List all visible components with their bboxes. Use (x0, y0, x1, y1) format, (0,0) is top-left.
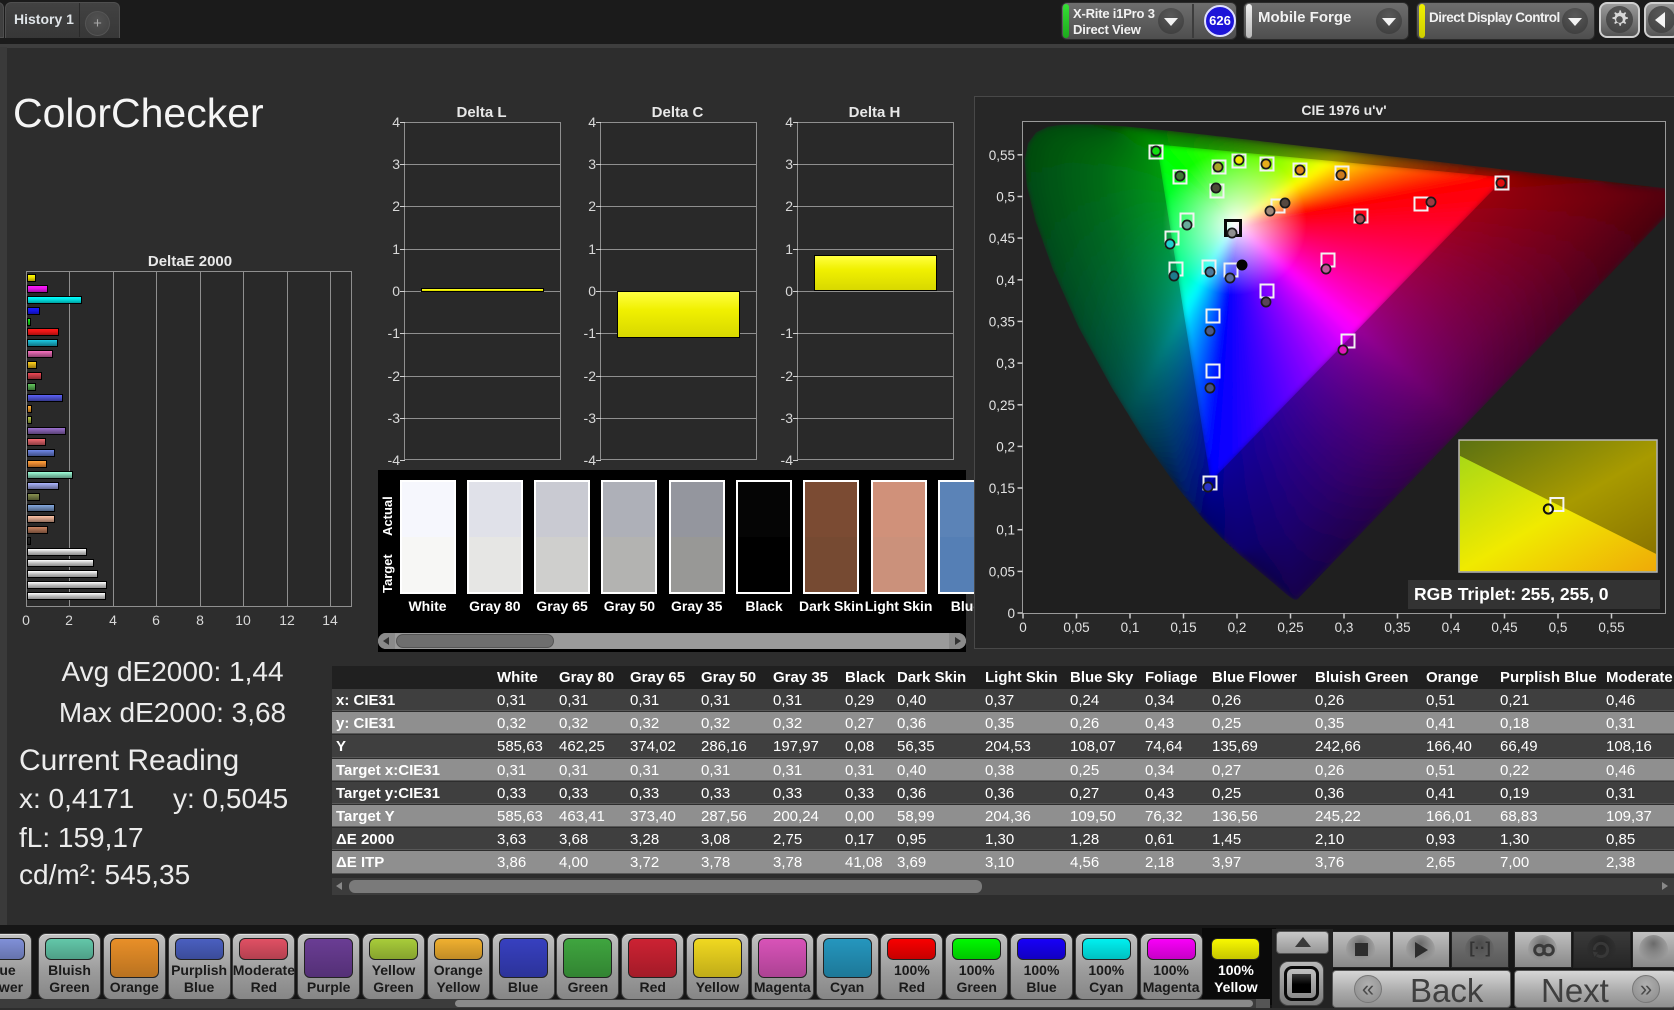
svg-text:0,3: 0,3 (996, 356, 1015, 371)
svg-text:0: 0 (1007, 606, 1015, 621)
svg-text:0,05: 0,05 (1063, 620, 1089, 635)
svg-text:0,05: 0,05 (989, 564, 1015, 579)
svg-text:0,25: 0,25 (989, 398, 1015, 413)
svg-text:0,45: 0,45 (1491, 620, 1517, 635)
svg-text:0,5: 0,5 (996, 190, 1015, 205)
svg-text:CIE 1976 u'v': CIE 1976 u'v' (1301, 102, 1386, 118)
svg-text:0,15: 0,15 (1170, 620, 1196, 635)
svg-text:0,3: 0,3 (1335, 620, 1354, 635)
svg-text:0,1: 0,1 (1121, 620, 1140, 635)
svg-text:0,5: 0,5 (1549, 620, 1568, 635)
svg-text:0: 0 (1019, 620, 1027, 635)
svg-text:RGB Triplet: 255, 255, 0: RGB Triplet: 255, 255, 0 (1414, 584, 1609, 604)
svg-text:0,35: 0,35 (1384, 620, 1410, 635)
svg-text:0,45: 0,45 (989, 231, 1015, 246)
svg-text:0,35: 0,35 (989, 314, 1015, 329)
svg-text:0,55: 0,55 (1598, 620, 1624, 635)
svg-text:0,55: 0,55 (989, 148, 1015, 163)
svg-text:0,4: 0,4 (996, 273, 1015, 288)
svg-text:0,15: 0,15 (989, 481, 1015, 496)
svg-text:0,25: 0,25 (1277, 620, 1303, 635)
svg-text:0,2: 0,2 (1228, 620, 1247, 635)
svg-text:0,4: 0,4 (1442, 620, 1461, 635)
svg-text:0,2: 0,2 (996, 439, 1015, 454)
svg-text:0,1: 0,1 (996, 523, 1015, 538)
